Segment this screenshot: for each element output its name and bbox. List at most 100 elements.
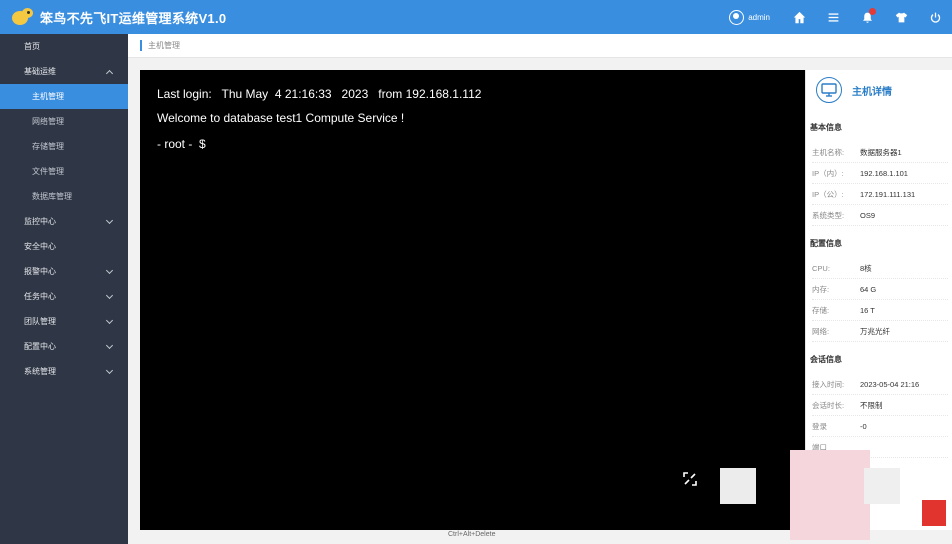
sidebar-item-label: 任务中心	[24, 292, 56, 301]
web-terminal[interactable]: Last login: Thu May 4 21:16:33 2023 from…	[140, 70, 805, 530]
sidebar-item-label: 数据库管理	[32, 192, 72, 201]
notifications-button[interactable]	[850, 0, 884, 34]
ctrl-alt-delete-button[interactable]: Ctrl+Alt+Delete	[448, 531, 495, 538]
sidebar-item-basic-ops[interactable]: 基础运维	[0, 59, 128, 84]
detail-row: 会话时长: 不限制	[812, 395, 948, 416]
sidebar-item-label: 主机管理	[32, 92, 64, 101]
detail-key: 存储:	[812, 305, 830, 315]
theme-button[interactable]	[884, 0, 918, 34]
detail-value: -0	[860, 421, 867, 431]
sidebar-item-file-management[interactable]: 文件管理	[0, 159, 128, 184]
detail-value: 64 G	[860, 284, 877, 294]
detail-key: 会话时长:	[812, 400, 845, 410]
breadcrumb: 主机管理	[128, 34, 952, 58]
detail-row: 存储: 16 T	[812, 300, 948, 321]
sidebar-item-security[interactable]: 安全中心	[0, 234, 128, 259]
sidebar-item-tasks[interactable]: 任务中心	[0, 284, 128, 309]
overlay-square	[864, 468, 900, 504]
detail-key: IP（公）:	[812, 189, 844, 199]
detail-row: 登录 -0	[812, 416, 948, 437]
detail-row: CPU: 8核	[812, 258, 948, 279]
detail-value: 不限制	[860, 400, 883, 410]
sidebar-item-label: 存储管理	[32, 142, 64, 151]
home-button[interactable]	[782, 0, 816, 34]
sidebar-item-storage-management[interactable]: 存储管理	[0, 134, 128, 159]
sidebar-item-label: 监控中心	[24, 217, 56, 226]
detail-value: 万兆光纤	[860, 326, 890, 336]
sidebar-item-system[interactable]: 系统管理	[0, 359, 128, 384]
sidebar-item-team[interactable]: 团队管理	[0, 309, 128, 334]
username: admin	[748, 12, 770, 22]
breadcrumb-marker	[140, 40, 142, 51]
shirt-icon	[895, 12, 907, 22]
detail-key: 接入时间:	[812, 379, 845, 389]
logout-button[interactable]	[918, 0, 952, 34]
terminal-line: Last login: Thu May 4 21:16:33 2023 from…	[157, 87, 482, 101]
fullscreen-icon[interactable]	[683, 472, 697, 486]
sidebar-item-alarms[interactable]: 报警中心	[0, 259, 128, 284]
detail-row: 网络: 万兆光纤	[812, 321, 948, 342]
power-icon	[930, 12, 940, 23]
detail-key: 主机名称:	[812, 147, 845, 157]
sidebar-item-network-management[interactable]: 网络管理	[0, 109, 128, 134]
detail-value: 8核	[860, 263, 872, 273]
sidebar-item-host-management[interactable]: 主机管理	[0, 84, 128, 109]
sidebar-item-label: 团队管理	[24, 317, 56, 326]
sidebar-item-label: 首页	[24, 42, 40, 51]
sidebar-item-database-management[interactable]: 数据库管理	[0, 184, 128, 209]
sidebar: 首页 基础运维 主机管理 网络管理 存储管理 文件管理 数据库管理 监控中心 安…	[0, 34, 128, 544]
chevron-down-icon	[105, 291, 114, 299]
sidebar-item-monitoring[interactable]: 监控中心	[0, 209, 128, 234]
detail-value: 172.191.111.131	[860, 189, 916, 199]
section-title: 基本信息	[810, 123, 842, 132]
chevron-up-icon	[105, 69, 114, 77]
chevron-down-icon	[105, 366, 114, 374]
detail-row: 系统类型: OS9	[812, 205, 948, 226]
sidebar-item-label: 系统管理	[24, 367, 56, 376]
chevron-down-icon	[105, 266, 114, 274]
sidebar-item-label: 报警中心	[24, 267, 56, 276]
chevron-down-icon	[105, 341, 114, 349]
avatar-icon	[729, 9, 745, 25]
section-title: 配置信息	[810, 239, 842, 248]
overlay-red-block	[922, 500, 946, 526]
notification-badge	[869, 8, 876, 15]
detail-value: 2023-05-04 21:16	[860, 379, 920, 389]
monitor-icon	[816, 77, 842, 103]
detail-row: 接入时间: 2023-05-04 21:16	[812, 374, 948, 395]
overlay-square	[720, 468, 756, 504]
bird-logo-icon	[12, 8, 34, 26]
section-title: 会话信息	[810, 355, 842, 364]
sidebar-item-label: 配置中心	[24, 342, 56, 351]
detail-row: IP（内）: 192.168.1.101	[812, 163, 948, 184]
top-header: 笨鸟不先飞IT运维管理系统V1.0 admin	[0, 0, 952, 34]
overlay-block	[790, 450, 870, 540]
sidebar-item-home[interactable]: 首页	[0, 34, 128, 59]
detail-key: 内存:	[812, 284, 830, 294]
sidebar-item-config[interactable]: 配置中心	[0, 334, 128, 359]
sidebar-item-label: 基础运维	[24, 67, 56, 76]
detail-row: 主机名称: 数据服务器1	[812, 142, 948, 163]
list-icon	[828, 12, 838, 22]
chevron-down-icon	[105, 316, 114, 324]
home-icon	[793, 11, 805, 23]
detail-value: 数据服务器1	[860, 147, 902, 157]
breadcrumb-current[interactable]: 主机管理	[148, 40, 180, 51]
menu-button[interactable]	[816, 0, 850, 34]
terminal-prompt: - root - $	[157, 137, 206, 151]
panel-title: 主机详情	[852, 86, 892, 98]
detail-row: IP（公）: 172.191.111.131	[812, 184, 948, 205]
app-title: 笨鸟不先飞IT运维管理系统V1.0	[40, 10, 227, 26]
sidebar-item-label: 网络管理	[32, 117, 64, 126]
user-menu[interactable]: admin	[729, 9, 770, 25]
sidebar-item-label: 安全中心	[24, 242, 56, 251]
detail-key: IP（内）:	[812, 168, 844, 178]
detail-value: 192.168.1.101	[860, 168, 908, 178]
chevron-down-icon	[105, 216, 114, 224]
detail-row: 内存: 64 G	[812, 279, 948, 300]
detail-key: 网络:	[812, 326, 830, 336]
sidebar-item-label: 文件管理	[32, 167, 64, 176]
detail-key: CPU:	[812, 263, 830, 273]
terminal-line: Welcome to database test1 Compute Servic…	[157, 111, 405, 125]
detail-value: 16 T	[860, 305, 875, 315]
